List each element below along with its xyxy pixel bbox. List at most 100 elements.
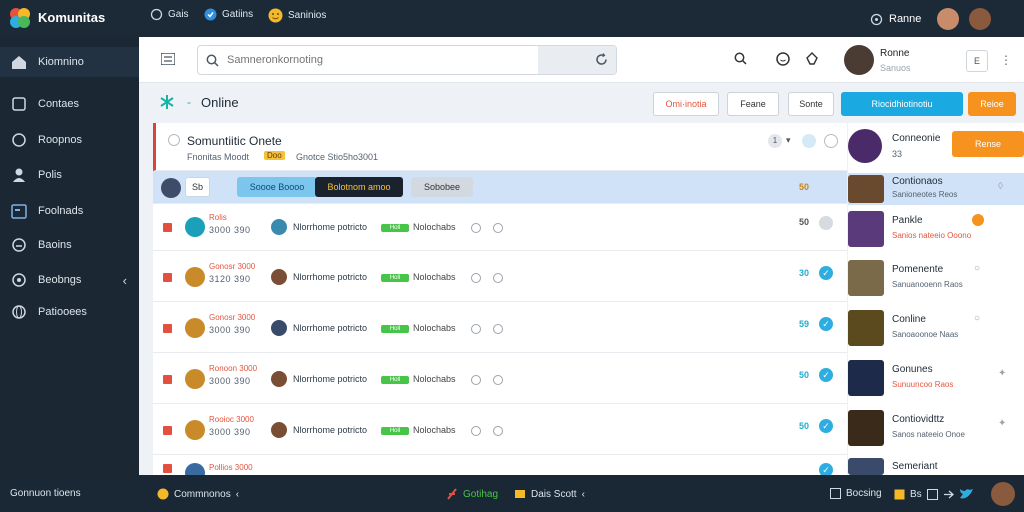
toolbar-button[interactable]: Sonte bbox=[788, 92, 834, 116]
panel-item-title: Conline bbox=[892, 314, 926, 325]
panel-item[interactable]: Pomenente Sanuanooenn Raos ○ bbox=[848, 258, 1024, 298]
image-icon[interactable] bbox=[926, 488, 938, 500]
toolbar-button[interactable]: Omi·inotia bbox=[653, 92, 719, 116]
sidebar-item-settings[interactable]: Beobngs ‹ bbox=[0, 265, 139, 295]
filter-chip[interactable]: Soooe Boooo bbox=[237, 177, 317, 197]
panel-item[interactable]: Semeriant bbox=[848, 458, 1024, 475]
settings-icon[interactable] bbox=[493, 324, 503, 334]
profile-card[interactable]: Ronne Sanuos E ⋮ bbox=[844, 45, 1024, 77]
bottom-item[interactable]: Bocsing bbox=[830, 488, 882, 499]
right-panel: Conneonie 33 Rense Contionaos Sanioneote… bbox=[847, 123, 1024, 475]
bottom-item[interactable]: Bs bbox=[894, 488, 973, 500]
content-list: Somuntiitic Onete Fnonitas Moodt Doo Gno… bbox=[153, 123, 1024, 483]
avatar[interactable] bbox=[937, 8, 960, 30]
pin-icon[interactable]: ✦ bbox=[998, 418, 1006, 429]
like-icon[interactable] bbox=[471, 375, 481, 385]
profile-name: Ronne bbox=[880, 48, 910, 59]
bottom-item[interactable]: Commnonos ‹ bbox=[157, 488, 239, 500]
settings-icon[interactable]: ○ bbox=[974, 263, 980, 274]
top-nav-item-emoji[interactable]: Saninios bbox=[268, 8, 326, 23]
panel-item[interactable]: Conline Sanoaoonoe Naas ○ bbox=[848, 308, 1024, 348]
search-icon[interactable] bbox=[734, 52, 747, 65]
toolbar-button[interactable]: Feane bbox=[727, 92, 779, 116]
sidebar-item-contacts[interactable]: Contaes bbox=[0, 89, 139, 119]
chevron-down-icon[interactable]: ▾ bbox=[786, 135, 791, 146]
avatar[interactable] bbox=[844, 45, 874, 75]
chevron-left-icon[interactable]: ‹ bbox=[582, 489, 585, 500]
sidebar-item-chat[interactable]: Roopnos bbox=[0, 125, 139, 155]
chevron-left-icon[interactable]: ‹ bbox=[236, 489, 239, 500]
refresh-icon[interactable] bbox=[595, 53, 608, 66]
top-user-area[interactable]: Ranne bbox=[870, 8, 992, 30]
emoji-icon[interactable] bbox=[776, 52, 790, 66]
settings-icon[interactable] bbox=[493, 273, 503, 283]
panel-item[interactable]: Pankle Sanios nateeio Ooono bbox=[848, 209, 1024, 249]
sidebar-item-home[interactable]: Kiomnino bbox=[0, 47, 139, 77]
top-nav-item-chat[interactable]: Gais bbox=[150, 8, 189, 21]
bottom-item[interactable]: Gotihag bbox=[446, 488, 498, 500]
panel-item[interactable]: Contiovidttz Sanos nateeio Onoe ✦ bbox=[848, 408, 1024, 448]
sidebar-item-user[interactable]: Polis bbox=[0, 160, 139, 190]
app-name: Komunitas bbox=[38, 10, 106, 25]
checkbox[interactable] bbox=[163, 464, 172, 473]
pin-icon[interactable]: ✦ bbox=[998, 368, 1006, 379]
like-icon[interactable] bbox=[471, 273, 481, 283]
avatar[interactable] bbox=[991, 482, 1015, 506]
settings-icon[interactable] bbox=[824, 134, 838, 148]
panel-item[interactable]: Contionaos Sanioneotes Reos ◊ bbox=[848, 173, 1024, 205]
row-name: Nlorrhome potricto bbox=[293, 425, 368, 435]
thumbnail bbox=[848, 260, 884, 296]
checkbox[interactable] bbox=[163, 223, 172, 232]
panel-header[interactable]: Conneonie 33 Rense bbox=[848, 129, 1024, 169]
sidebar-item-notifications[interactable]: Baoins bbox=[0, 230, 139, 260]
filter-chip[interactable]: Sobobee bbox=[411, 177, 473, 197]
top-nav-item-verified[interactable]: Gatiins bbox=[204, 8, 253, 21]
avatar[interactable] bbox=[969, 8, 992, 30]
search-input[interactable] bbox=[227, 47, 527, 73]
avatar[interactable] bbox=[848, 129, 882, 163]
arrow-icon[interactable] bbox=[943, 489, 954, 500]
radio-icon[interactable] bbox=[168, 134, 180, 146]
filter-chip[interactable]: Sb bbox=[185, 177, 211, 197]
verified-icon: ✓ bbox=[819, 317, 833, 331]
row-count: 30 bbox=[799, 268, 810, 278]
checkbox[interactable] bbox=[163, 324, 172, 333]
chevron-left-icon[interactable]: ‹ bbox=[123, 273, 127, 288]
menu-icon[interactable] bbox=[161, 53, 175, 65]
avatar[interactable] bbox=[161, 178, 181, 198]
like-icon[interactable] bbox=[471, 223, 481, 233]
sidebar-item-calendar[interactable]: Foolnads bbox=[0, 196, 139, 226]
bottom-item[interactable]: Dais Scott ‹ bbox=[514, 488, 585, 500]
checkbox[interactable] bbox=[163, 426, 172, 435]
twitter-icon[interactable] bbox=[959, 488, 973, 500]
panel-badge-button[interactable]: Rense bbox=[952, 131, 1024, 157]
filter-chip[interactable]: Bolotnom amoo bbox=[315, 177, 403, 197]
sidebar-item-label: Contaes bbox=[38, 98, 79, 110]
row-status: Nolochabs bbox=[413, 374, 456, 384]
sidebar-item-globe[interactable]: Patiooees bbox=[0, 297, 139, 327]
chevron-icon[interactable]: ◊ bbox=[998, 181, 1003, 192]
panel-item[interactable]: Gonunes Sunuuncoo Raos ✦ bbox=[848, 358, 1024, 398]
avatar bbox=[271, 320, 287, 336]
primary-button[interactable]: Riocidhiotinotiu bbox=[841, 92, 963, 116]
folder-icon bbox=[514, 488, 526, 500]
settings-icon[interactable] bbox=[493, 223, 503, 233]
row-name: Nlorrhome potricto bbox=[293, 374, 368, 384]
like-icon[interactable] bbox=[471, 324, 481, 334]
profile-action-button[interactable]: E bbox=[966, 50, 988, 72]
checkbox[interactable] bbox=[163, 273, 172, 282]
info-icon[interactable] bbox=[802, 134, 816, 148]
search-box[interactable] bbox=[197, 45, 617, 75]
panel-item-subtitle: Sanos nateeio Onoe bbox=[892, 430, 965, 439]
like-icon[interactable] bbox=[471, 426, 481, 436]
app-logo-icon bbox=[8, 6, 32, 30]
settings-icon[interactable]: ○ bbox=[974, 313, 980, 324]
search-bar: Ronne Sanuos E ⋮ bbox=[139, 37, 1024, 83]
pin-icon[interactable] bbox=[805, 52, 819, 66]
settings-icon[interactable] bbox=[493, 375, 503, 385]
checkbox[interactable] bbox=[163, 375, 172, 384]
more-icon[interactable]: ⋮ bbox=[1000, 53, 1012, 67]
accent-button[interactable]: Reioe bbox=[968, 92, 1016, 116]
row-number: 3000 390 bbox=[209, 325, 251, 335]
settings-icon[interactable] bbox=[493, 426, 503, 436]
